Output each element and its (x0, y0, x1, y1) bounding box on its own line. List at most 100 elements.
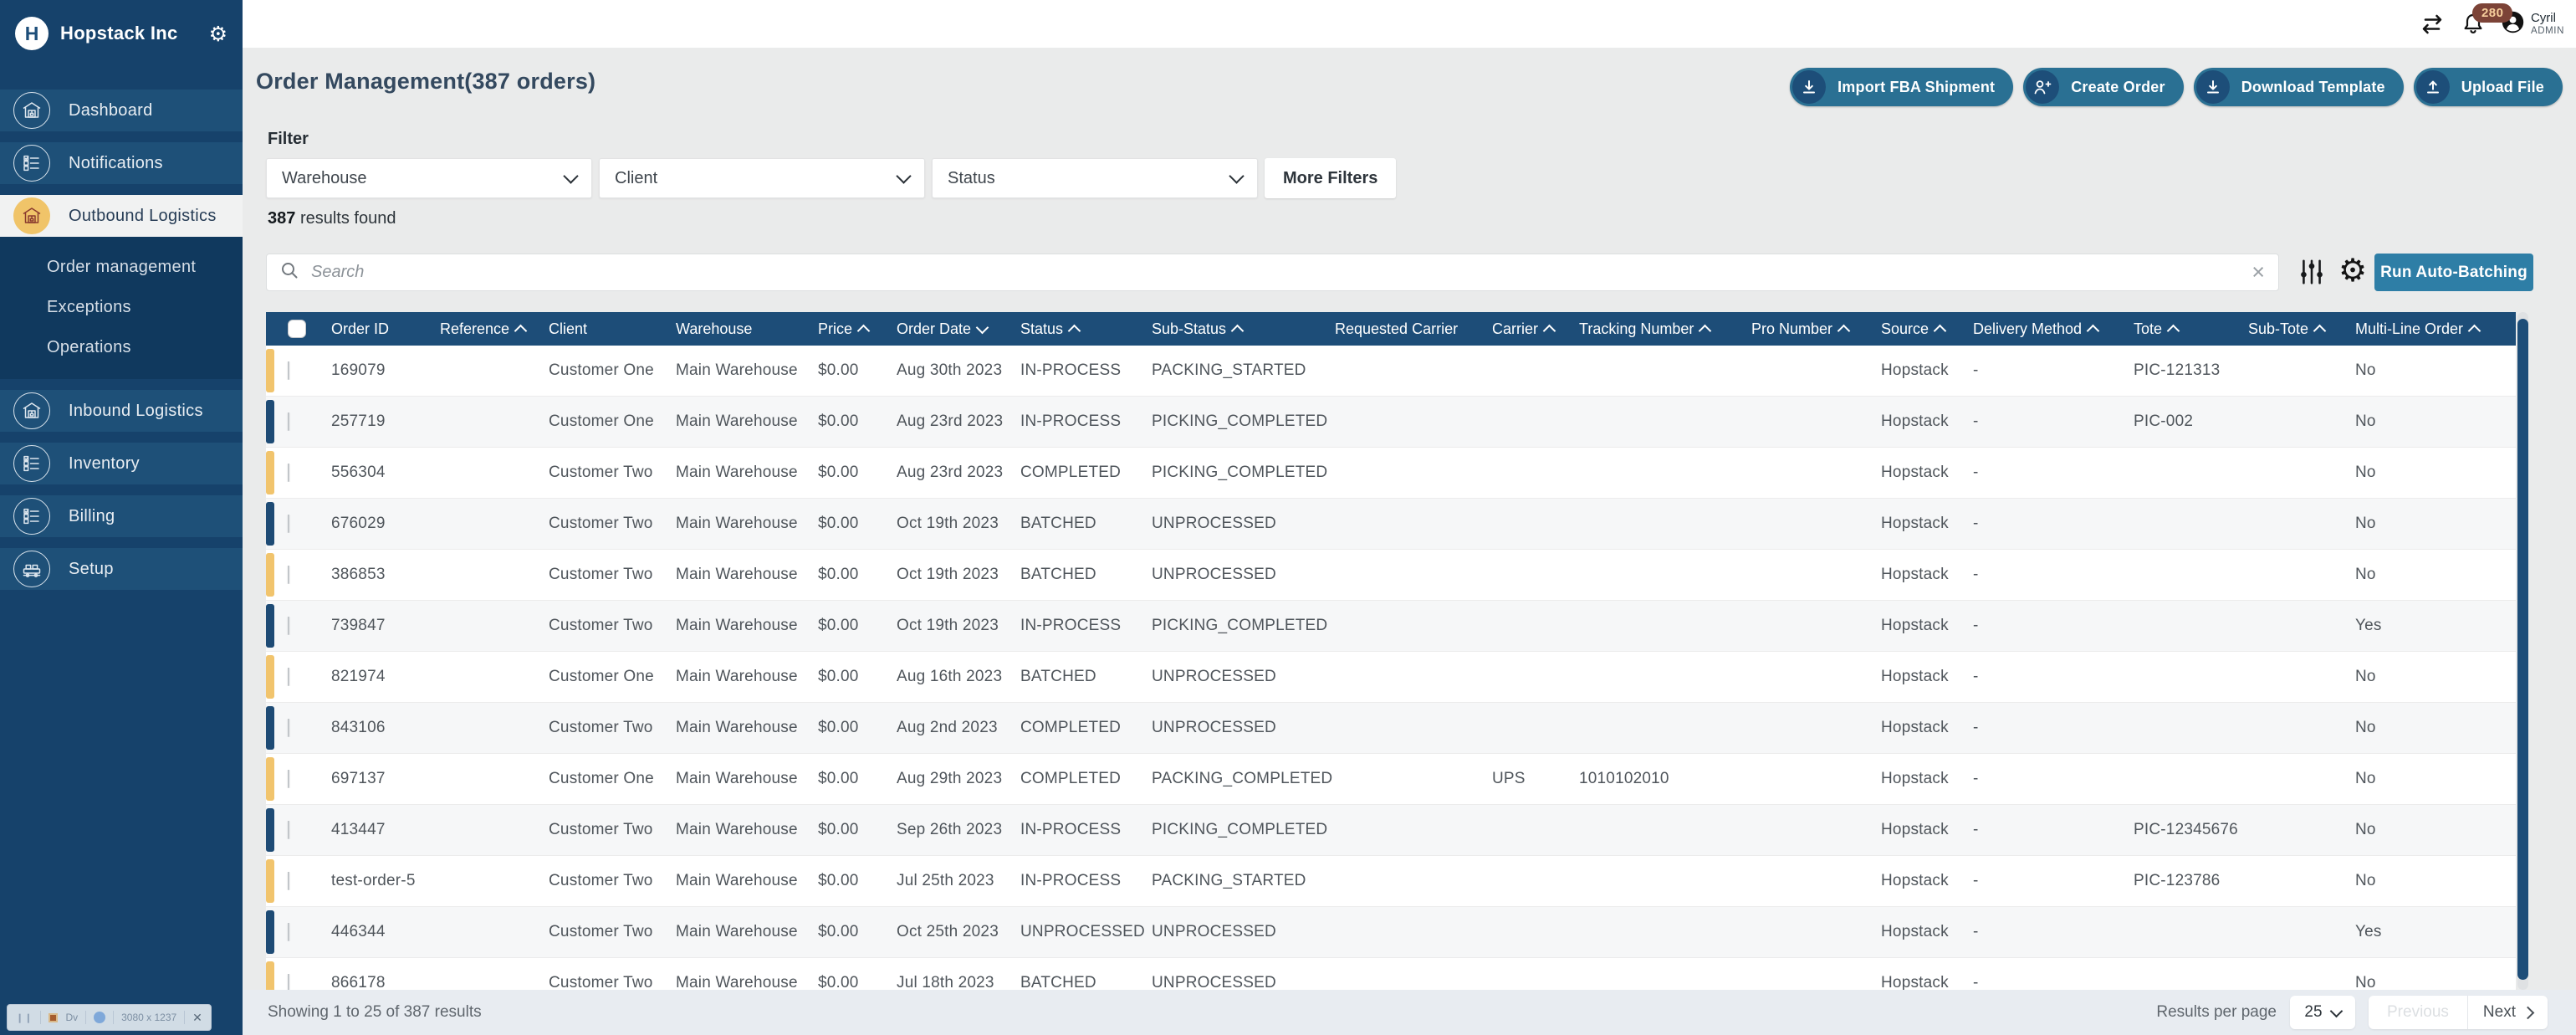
cell-warehouse: Main Warehouse (676, 923, 818, 941)
sidebar-item-inbound-logistics[interactable]: Inbound Logistics (0, 390, 243, 432)
next-page-button[interactable]: Next (2468, 1003, 2548, 1022)
cell-order_date: Aug 23rd 2023 (897, 464, 1020, 482)
sliders-icon[interactable] (2298, 258, 2325, 290)
col-header-tracking_number[interactable]: Tracking Number (1579, 320, 1751, 338)
gear-icon[interactable]: ⚙ (209, 22, 227, 46)
col-header-tote[interactable]: Tote (2134, 320, 2248, 338)
row-checkbox[interactable] (288, 719, 289, 737)
cell-select (266, 719, 331, 737)
col-header-carrier[interactable]: Carrier (1492, 320, 1579, 338)
row-checkbox[interactable] (288, 821, 289, 839)
cell-delivery_method: - (1973, 464, 2134, 482)
table-row[interactable]: 843106Customer TwoMain Warehouse$0.00Aug… (266, 703, 2516, 754)
search-input[interactable] (309, 262, 2241, 283)
col-header-pro_number[interactable]: Pro Number (1751, 320, 1881, 338)
cell-source: Hopstack (1881, 412, 1973, 431)
row-checkbox[interactable] (288, 872, 289, 890)
table-row[interactable]: 386853Customer TwoMain Warehouse$0.00Oct… (266, 550, 2516, 601)
col-header-status[interactable]: Status (1020, 320, 1152, 338)
cell-select (266, 515, 331, 533)
previous-page-button[interactable]: Previous (2369, 1003, 2467, 1022)
pause-icon[interactable]: ❙❙ (16, 1012, 33, 1023)
filter-select-warehouse[interactable]: Warehouse (266, 158, 592, 198)
cell-sub_status: PACKING_COMPLETED (1152, 770, 1335, 788)
col-header-delivery_method[interactable]: Delivery Method (1973, 320, 2134, 338)
table-row[interactable]: 676029Customer TwoMain Warehouse$0.00Oct… (266, 499, 2516, 550)
action-upload-file-button[interactable]: Upload File (2414, 68, 2563, 106)
filter-select-status[interactable]: Status (932, 158, 1258, 198)
col-header-sub_status[interactable]: Sub-Status (1152, 320, 1335, 338)
sidebar-subitem-exceptions[interactable]: Exceptions (0, 287, 243, 327)
run-auto-batching-button[interactable]: Run Auto-Batching (2374, 254, 2533, 291)
row-checkbox[interactable] (288, 617, 289, 635)
row-checkbox[interactable] (288, 668, 289, 686)
row-checkbox[interactable] (288, 412, 289, 431)
page-size-select[interactable]: 25 (2290, 996, 2355, 1029)
table-row[interactable]: 257719Customer OneMain Warehouse$0.00Aug… (266, 397, 2516, 448)
col-header-label: Tracking Number (1579, 320, 1694, 338)
action-download-template-button[interactable]: Download Template (2194, 68, 2404, 106)
scrollbar-thumb[interactable] (2517, 319, 2528, 980)
cell-status: BATCHED (1020, 668, 1152, 686)
capture-dimensions: 3080 x 1237 (121, 1012, 176, 1023)
col-header-label: Tote (2134, 320, 2162, 338)
row-checkbox[interactable] (288, 770, 289, 788)
col-header-source[interactable]: Source (1881, 320, 1973, 338)
cell-multi_line_order: No (2355, 412, 2515, 431)
sort-asc-icon (2087, 325, 2100, 338)
select-all-checkbox[interactable] (288, 320, 306, 338)
col-header-multi_line_order[interactable]: Multi-Line Order (2355, 320, 2515, 338)
col-header-reference[interactable]: Reference (440, 320, 549, 338)
row-checkbox[interactable] (288, 923, 289, 941)
cell-sub_status: PACKING_STARTED (1152, 872, 1335, 890)
clear-search-icon[interactable]: × (2251, 261, 2265, 284)
notification-count-badge: 280 (2472, 3, 2513, 23)
col-header-order_date[interactable]: Order Date (897, 320, 1020, 338)
row-checkbox[interactable] (288, 361, 289, 380)
table-row[interactable]: test-order-5Customer TwoMain Warehouse$0… (266, 856, 2516, 907)
row-accent-bar (266, 553, 274, 597)
sidebar-subitem-order-management[interactable]: Order management (0, 247, 243, 287)
table-row[interactable]: 413447Customer TwoMain Warehouse$0.00Sep… (266, 805, 2516, 856)
sidebar-item-notifications[interactable]: Notifications (0, 142, 243, 184)
cell-order_date: Sep 26th 2023 (897, 821, 1020, 839)
close-icon[interactable]: ✕ (192, 1011, 202, 1025)
col-header-order_id: Order ID (331, 320, 440, 338)
cell-delivery_method: - (1973, 412, 2134, 431)
cell-multi_line_order: No (2355, 361, 2515, 380)
col-header-sub_tote[interactable]: Sub-Tote (2248, 320, 2355, 338)
action-create-order-button[interactable]: Create Order (2023, 68, 2183, 106)
table-settings-gear-icon[interactable]: ⚙ (2338, 252, 2367, 289)
row-checkbox[interactable] (288, 515, 289, 533)
sidebar-item-setup[interactable]: Setup (0, 548, 243, 590)
sidebar-item-dashboard[interactable]: Dashboard (0, 90, 243, 131)
table-row[interactable]: 556304Customer TwoMain Warehouse$0.00Aug… (266, 448, 2516, 499)
row-checkbox[interactable] (288, 566, 289, 584)
action-import-fba-shipment-button[interactable]: Import FBA Shipment (1790, 68, 2013, 106)
col-header-price[interactable]: Price (818, 320, 897, 338)
table-scrollbar[interactable] (2517, 312, 2528, 990)
cell-select (266, 668, 331, 686)
table-row[interactable]: 739847Customer TwoMain Warehouse$0.00Oct… (266, 601, 2516, 652)
table-row[interactable]: 821974Customer OneMain Warehouse$0.00Aug… (266, 652, 2516, 703)
col-header-label: Sub-Status (1152, 320, 1226, 338)
cell-multi_line_order: No (2355, 872, 2515, 890)
more-filters-button[interactable]: More Filters (1265, 158, 1396, 198)
filter-select-client[interactable]: Client (599, 158, 925, 198)
sidebar-item-inventory[interactable]: Inventory (0, 443, 243, 484)
table-row[interactable]: 697137Customer OneMain Warehouse$0.00Aug… (266, 754, 2516, 805)
row-checkbox[interactable] (288, 464, 289, 482)
sort-asc-icon (2167, 325, 2180, 338)
sidebar-subitem-operations[interactable]: Operations (0, 327, 243, 367)
recorder-dot-icon[interactable] (94, 1012, 105, 1023)
next-label: Next (2483, 1003, 2516, 1022)
table-row[interactable]: 446344Customer TwoMain Warehouse$0.00Oct… (266, 907, 2516, 958)
sidebar-item-billing[interactable]: Billing (0, 495, 243, 537)
col-header-label: Reference (440, 320, 509, 338)
cell-select (266, 464, 331, 482)
notifications-bell-icon[interactable]: 280 (2461, 12, 2485, 37)
transfer-arrows-icon[interactable] (2420, 13, 2445, 36)
cell-order_id: 676029 (331, 515, 440, 533)
sidebar-item-outbound-logistics[interactable]: Outbound Logistics (0, 195, 243, 237)
table-row[interactable]: 169079Customer OneMain Warehouse$0.00Aug… (266, 346, 2516, 397)
